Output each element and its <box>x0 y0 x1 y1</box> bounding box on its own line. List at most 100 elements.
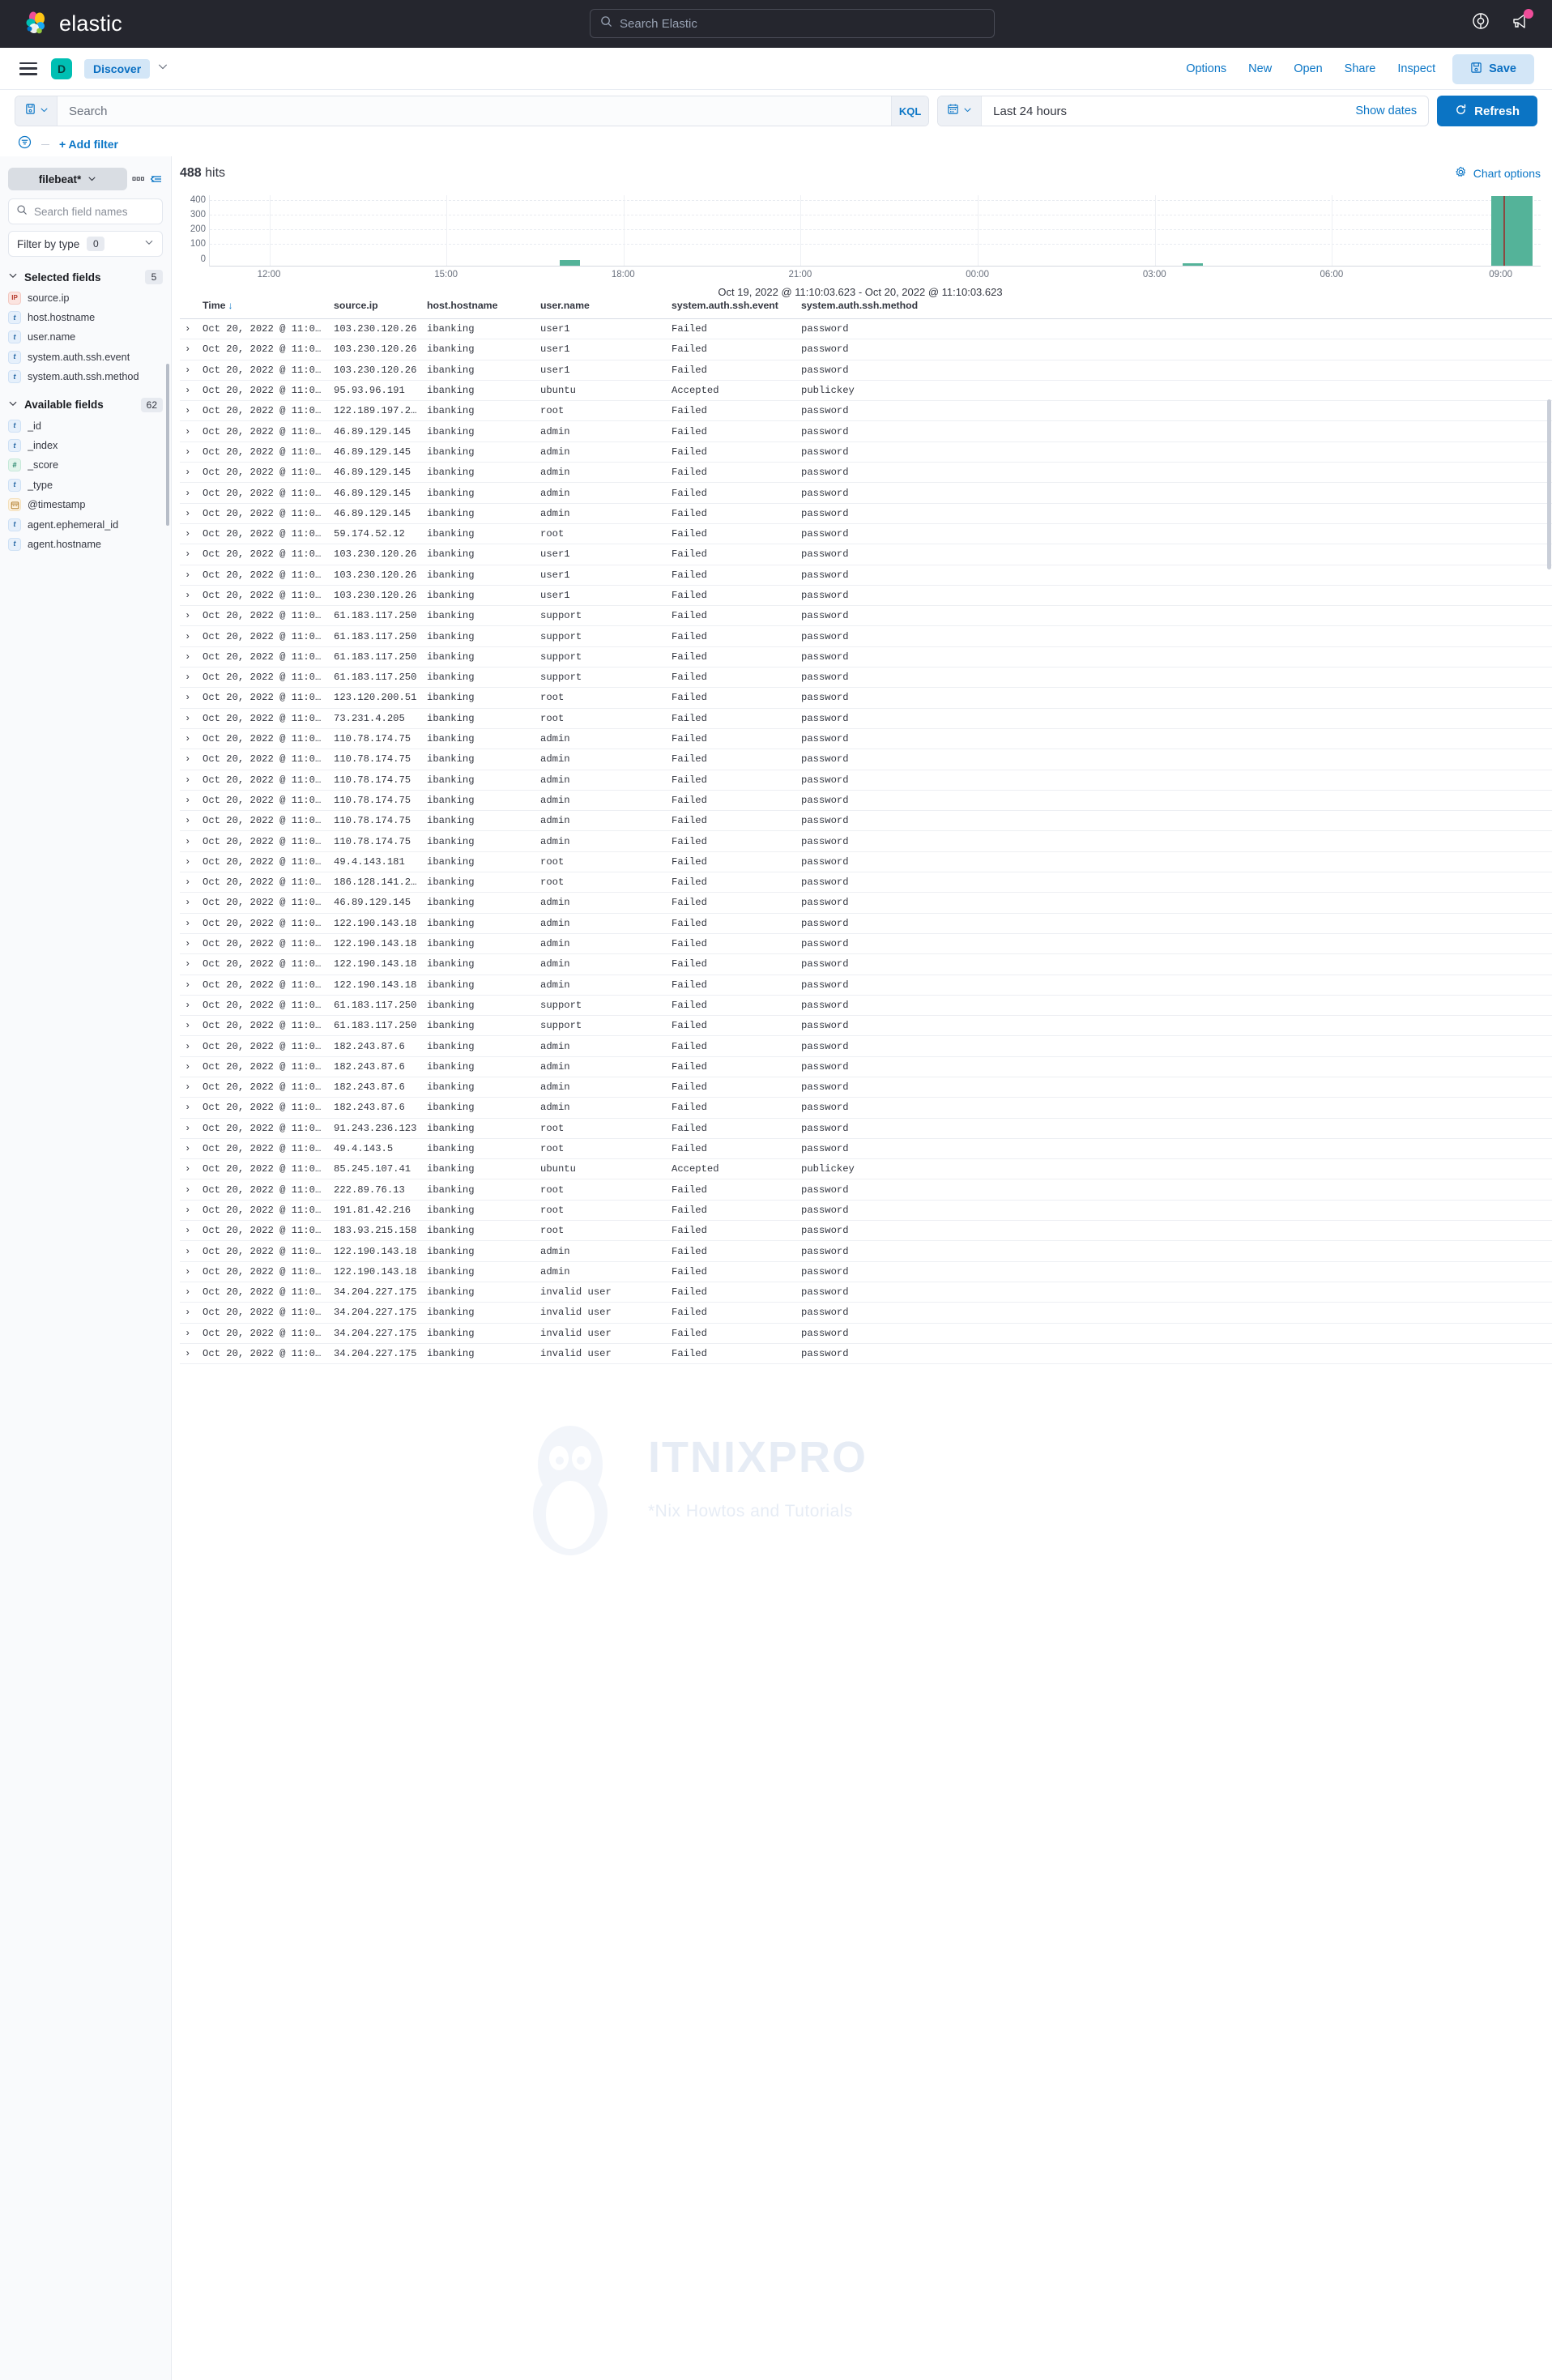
query-language-button[interactable]: KQL <box>891 96 929 126</box>
announcement-megaphone-icon[interactable] <box>1510 9 1533 32</box>
expand-row-chevron-right-icon[interactable]: › <box>180 420 198 442</box>
table-row[interactable]: ›Oct 20, 2022 @ 11:09:51.25961.183.117.2… <box>180 625 1552 647</box>
field-item-score[interactable]: # _score <box>8 458 163 473</box>
table-row[interactable]: ›Oct 20, 2022 @ 11:09:51.25961.183.117.2… <box>180 646 1552 668</box>
field-item-agent-ephemeral-id[interactable]: t agent.ephemeral_id <box>8 517 163 532</box>
filter-icon[interactable] <box>18 135 32 153</box>
chevron-down-icon[interactable] <box>157 61 168 76</box>
global-search-input[interactable]: Search Elastic <box>590 9 995 38</box>
expand-row-chevron-right-icon[interactable]: › <box>180 523 198 545</box>
table-row[interactable]: ›Oct 20, 2022 @ 11:09:51.25634.204.227.1… <box>180 1302 1552 1324</box>
table-row[interactable]: ›Oct 20, 2022 @ 11:09:51.25861.183.117.2… <box>180 1015 1552 1037</box>
table-row[interactable]: ›Oct 20, 2022 @ 11:09:51.261103.230.120.… <box>180 360 1552 381</box>
table-row[interactable]: ›Oct 20, 2022 @ 11:09:51.259110.78.174.7… <box>180 810 1552 832</box>
expand-row-chevron-right-icon[interactable]: › <box>180 544 198 565</box>
table-row[interactable]: ›Oct 20, 2022 @ 11:09:51.257182.243.87.6… <box>180 1097 1552 1119</box>
table-row[interactable]: ›Oct 20, 2022 @ 11:09:51.25634.204.227.1… <box>180 1282 1552 1303</box>
table-row[interactable]: ›Oct 20, 2022 @ 11:09:51.259110.78.174.7… <box>180 790 1552 812</box>
expand-row-chevron-right-icon[interactable]: › <box>180 913 198 934</box>
table-row[interactable]: ›Oct 20, 2022 @ 11:09:51.25946.89.129.14… <box>180 892 1552 914</box>
table-row[interactable]: ›Oct 20, 2022 @ 11:09:51.260103.230.120.… <box>180 585 1552 607</box>
column-header-ssh-event[interactable]: system.auth.ssh.event <box>667 294 796 319</box>
expand-row-chevron-right-icon[interactable]: › <box>180 933 198 955</box>
expand-row-chevron-right-icon[interactable]: › <box>180 482 198 504</box>
table-row[interactable]: ›Oct 20, 2022 @ 11:09:51.261103.230.120.… <box>180 339 1552 360</box>
space-avatar[interactable]: D <box>51 58 72 79</box>
table-row[interactable]: ›Oct 20, 2022 @ 11:09:51.260103.230.120.… <box>180 565 1552 586</box>
table-row[interactable]: ›Oct 20, 2022 @ 11:09:51.257182.243.87.6… <box>180 1035 1552 1057</box>
table-row[interactable]: ›Oct 20, 2022 @ 11:09:51.257182.243.87.6… <box>180 1077 1552 1098</box>
table-row[interactable]: ›Oct 20, 2022 @ 11:09:51.259123.120.200.… <box>180 687 1552 709</box>
table-row[interactable]: ›Oct 20, 2022 @ 11:09:51.26046.89.129.14… <box>180 462 1552 484</box>
sort-down-arrow-icon[interactable]: ↓ <box>228 300 232 311</box>
share-link[interactable]: Share <box>1345 62 1376 75</box>
expand-row-chevron-right-icon[interactable]: › <box>180 441 198 463</box>
expand-row-chevron-right-icon[interactable]: › <box>180 667 198 689</box>
expand-row-chevron-right-icon[interactable]: › <box>180 462 198 484</box>
inspect-link[interactable]: Inspect <box>1397 62 1435 75</box>
chart-options-button[interactable]: Chart options <box>1455 166 1541 181</box>
expand-row-chevron-right-icon[interactable]: › <box>180 1015 198 1037</box>
search-input[interactable]: Search <box>58 96 891 126</box>
table-row[interactable]: ›Oct 20, 2022 @ 11:09:51.25791.243.236.1… <box>180 1118 1552 1139</box>
table-row[interactable]: ›Oct 20, 2022 @ 11:09:51.257183.93.215.1… <box>180 1220 1552 1242</box>
table-row[interactable]: ›Oct 20, 2022 @ 11:09:51.259110.78.174.7… <box>180 749 1552 770</box>
expand-row-chevron-right-icon[interactable]: › <box>180 770 198 791</box>
table-row[interactable]: ›Oct 20, 2022 @ 11:09:51.258122.190.143.… <box>180 953 1552 975</box>
selected-fields-header[interactable]: Selected fields 5 <box>8 268 163 286</box>
expand-row-chevron-right-icon[interactable]: › <box>180 892 198 914</box>
expand-row-chevron-right-icon[interactable]: › <box>180 1282 198 1303</box>
table-row[interactable]: ›Oct 20, 2022 @ 11:09:51.26195.93.96.191… <box>180 380 1552 402</box>
expand-row-chevron-right-icon[interactable]: › <box>180 1118 198 1139</box>
date-quick-select-button[interactable] <box>938 96 983 126</box>
expand-row-chevron-right-icon[interactable]: › <box>180 872 198 894</box>
table-row[interactable]: ›Oct 20, 2022 @ 11:09:51.25973.231.4.205… <box>180 708 1552 729</box>
saved-query-button[interactable] <box>15 96 58 126</box>
field-search-input[interactable]: Search field names <box>8 198 163 224</box>
expand-row-chevron-right-icon[interactable]: › <box>180 1138 198 1160</box>
expand-row-chevron-right-icon[interactable]: › <box>180 975 198 996</box>
main-scrollbar[interactable] <box>1547 399 1551 569</box>
field-item-host-hostname[interactable]: t host.hostname <box>8 309 163 325</box>
table-row[interactable]: ›Oct 20, 2022 @ 11:09:51.25961.183.117.2… <box>180 667 1552 689</box>
show-dates-button[interactable]: Show dates <box>1344 96 1428 126</box>
more-options-icon[interactable] <box>132 173 145 185</box>
table-row[interactable]: ›Oct 20, 2022 @ 11:09:51.26046.89.129.14… <box>180 482 1552 504</box>
table-row[interactable]: ›Oct 20, 2022 @ 11:09:51.257182.243.87.6… <box>180 1056 1552 1077</box>
breadcrumb[interactable]: Discover <box>84 58 151 79</box>
expand-row-chevron-right-icon[interactable]: › <box>180 1056 198 1077</box>
table-row[interactable]: ›Oct 20, 2022 @ 11:09:51.26046.89.129.14… <box>180 503 1552 524</box>
expand-row-chevron-right-icon[interactable]: › <box>180 1302 198 1324</box>
expand-row-chevron-right-icon[interactable]: › <box>180 625 198 647</box>
table-row[interactable]: ›Oct 20, 2022 @ 11:09:51.258122.190.143.… <box>180 975 1552 996</box>
open-link[interactable]: Open <box>1294 62 1322 75</box>
column-header-source-ip[interactable]: source.ip <box>329 294 422 319</box>
expand-row-chevron-right-icon[interactable]: › <box>180 851 198 873</box>
sidebar-scrollbar[interactable] <box>166 364 169 526</box>
expand-row-chevron-right-icon[interactable]: › <box>180 1220 198 1242</box>
table-row[interactable]: ›Oct 20, 2022 @ 11:09:51.261103.230.120.… <box>180 318 1552 340</box>
table-row[interactable]: ›Oct 20, 2022 @ 11:09:51.25749.4.143.5ib… <box>180 1138 1552 1160</box>
expand-row-chevron-right-icon[interactable]: › <box>180 953 198 975</box>
field-item-index[interactable]: t _index <box>8 437 163 453</box>
expand-row-chevron-right-icon[interactable]: › <box>180 380 198 402</box>
table-row[interactable]: ›Oct 20, 2022 @ 11:09:51.25634.204.227.1… <box>180 1343 1552 1365</box>
expand-row-chevron-right-icon[interactable]: › <box>180 1077 198 1098</box>
expand-row-chevron-right-icon[interactable]: › <box>180 400 198 422</box>
table-row[interactable]: ›Oct 20, 2022 @ 11:09:51.25634.204.227.1… <box>180 1323 1552 1344</box>
table-row[interactable]: ›Oct 20, 2022 @ 11:09:51.25949.4.143.181… <box>180 851 1552 873</box>
table-row[interactable]: ›Oct 20, 2022 @ 11:09:51.26046.89.129.14… <box>180 420 1552 442</box>
expand-row-chevron-right-icon[interactable]: › <box>180 749 198 770</box>
expand-row-chevron-right-icon[interactable]: › <box>180 995 198 1017</box>
index-pattern-selector[interactable]: filebeat* <box>8 168 127 190</box>
expand-row-chevron-right-icon[interactable]: › <box>180 503 198 524</box>
filter-by-type-select[interactable]: Filter by type 0 <box>8 231 163 257</box>
expand-row-chevron-right-icon[interactable]: › <box>180 1179 198 1201</box>
column-header-host-hostname[interactable]: host.hostname <box>422 294 535 319</box>
hits-histogram[interactable]: 400 300 200 100 0 12:00 15:00 18:00 21:0… <box>180 195 1541 298</box>
table-row[interactable]: ›Oct 20, 2022 @ 11:09:51.26046.89.129.14… <box>180 441 1552 463</box>
field-item-type[interactable]: t _type <box>8 477 163 493</box>
expand-row-chevron-right-icon[interactable]: › <box>180 1261 198 1282</box>
elastic-brand[interactable]: elastic <box>23 11 122 38</box>
table-row[interactable]: ›Oct 20, 2022 @ 11:09:51.257191.81.42.21… <box>180 1200 1552 1222</box>
